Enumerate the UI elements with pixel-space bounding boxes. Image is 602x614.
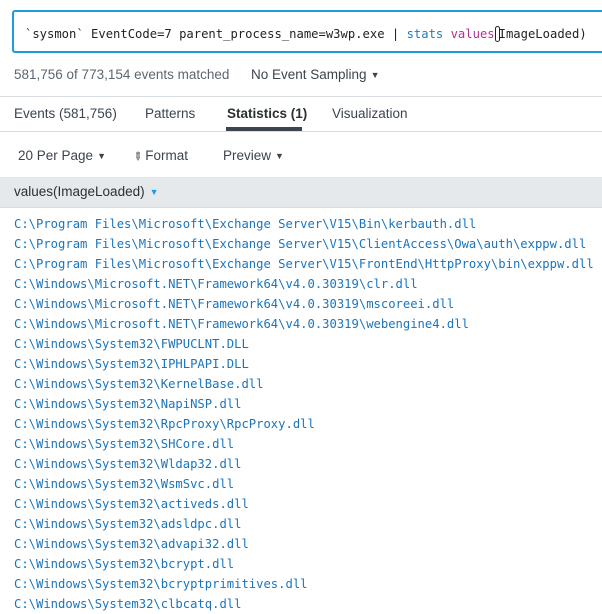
query-command: stats <box>406 27 444 41</box>
event-sampling-label: No Event Sampling <box>251 67 367 82</box>
table-row[interactable]: C:\Windows\System32\bcrypt.dll <box>14 554 602 574</box>
table-row[interactable]: C:\Windows\System32\advapi32.dll <box>14 534 602 554</box>
results-list: C:\Program Files\Microsoft\Exchange Serv… <box>14 214 602 614</box>
chevron-down-icon: ▼ <box>97 151 106 161</box>
table-row[interactable]: C:\Windows\System32\NapiNSP.dll <box>14 394 602 414</box>
tab-visualization[interactable]: Visualization <box>332 106 408 121</box>
per-page-dropdown[interactable]: 20 Per Page ▼ <box>18 148 106 163</box>
events-matched-count: 581,756 of 773,154 events matched <box>14 67 230 82</box>
preview-label: Preview <box>223 148 272 163</box>
table-row[interactable]: C:\Windows\Microsoft.NET\Framework64\v4.… <box>14 314 602 334</box>
results-toolbar: 20 Per Page ▼ ✎Format Preview ▼ <box>0 139 602 177</box>
table-row[interactable]: C:\Windows\System32\adsldpc.dll <box>14 514 602 534</box>
search-input[interactable]: `sysmon` EventCode=7 parent_process_name… <box>12 10 602 53</box>
tab-statistics[interactable]: Statistics (1) <box>227 106 307 121</box>
search-status: 581,756 of 773,154 events matched No Eve… <box>0 62 602 88</box>
table-row[interactable]: C:\Program Files\Microsoft\Exchange Serv… <box>14 214 602 234</box>
results-tabs: Events (581,756) Patterns Statistics (1)… <box>0 97 602 132</box>
query-prefix: `sysmon` EventCode=7 parent_process_name… <box>25 27 407 41</box>
search-query[interactable]: `sysmon` EventCode=7 parent_process_name… <box>25 26 587 42</box>
pencil-icon: ✎ <box>129 149 145 165</box>
chevron-down-icon: ▼ <box>370 70 380 80</box>
table-row[interactable]: C:\Windows\System32\SHCore.dll <box>14 434 602 454</box>
table-row[interactable]: C:\Windows\Microsoft.NET\Framework64\v4.… <box>14 294 602 314</box>
active-tab-indicator <box>226 127 302 131</box>
query-suffix: ImageLoaded) <box>498 27 587 41</box>
preview-dropdown[interactable]: Preview ▼ <box>223 148 284 163</box>
per-page-label: 20 Per Page <box>18 148 94 163</box>
query-space <box>443 27 450 41</box>
event-sampling-dropdown[interactable]: No Event Sampling ▼ <box>251 67 379 82</box>
table-row[interactable]: C:\Windows\System32\FWPUCLNT.DLL <box>14 334 602 354</box>
chevron-down-icon: ▼ <box>149 187 159 197</box>
table-row[interactable]: C:\Windows\System32\Wldap32.dll <box>14 454 602 474</box>
column-header-text: values(ImageLoaded) <box>14 184 145 199</box>
column-header[interactable]: values(ImageLoaded) ▼ <box>0 177 602 208</box>
chevron-down-icon: ▼ <box>275 151 284 161</box>
table-row[interactable]: C:\Program Files\Microsoft\Exchange Serv… <box>14 234 602 254</box>
format-button[interactable]: ✎Format <box>129 148 188 165</box>
table-row[interactable]: C:\Windows\System32\RpcProxy\RpcProxy.dl… <box>14 414 602 434</box>
tab-patterns[interactable]: Patterns <box>145 106 195 121</box>
table-row[interactable]: C:\Windows\System32\KernelBase.dll <box>14 374 602 394</box>
table-row[interactable]: C:\Windows\System32\bcryptprimitives.dll <box>14 574 602 594</box>
table-row[interactable]: C:\Program Files\Microsoft\Exchange Serv… <box>14 254 602 274</box>
search-bar: `sysmon` EventCode=7 parent_process_name… <box>0 0 602 66</box>
table-row[interactable]: C:\Windows\Microsoft.NET\Framework64\v4.… <box>14 274 602 294</box>
column-header-label: values(ImageLoaded) ▼ <box>14 184 159 199</box>
tab-events[interactable]: Events (581,756) <box>14 106 117 121</box>
query-function: values <box>450 27 495 41</box>
table-row[interactable]: C:\Windows\System32\WsmSvc.dll <box>14 474 602 494</box>
format-label: Format <box>145 148 188 163</box>
table-row[interactable]: C:\Windows\System32\clbcatq.dll <box>14 594 602 614</box>
table-row[interactable]: C:\Windows\System32\IPHLPAPI.DLL <box>14 354 602 374</box>
table-row[interactable]: C:\Windows\System32\activeds.dll <box>14 494 602 514</box>
